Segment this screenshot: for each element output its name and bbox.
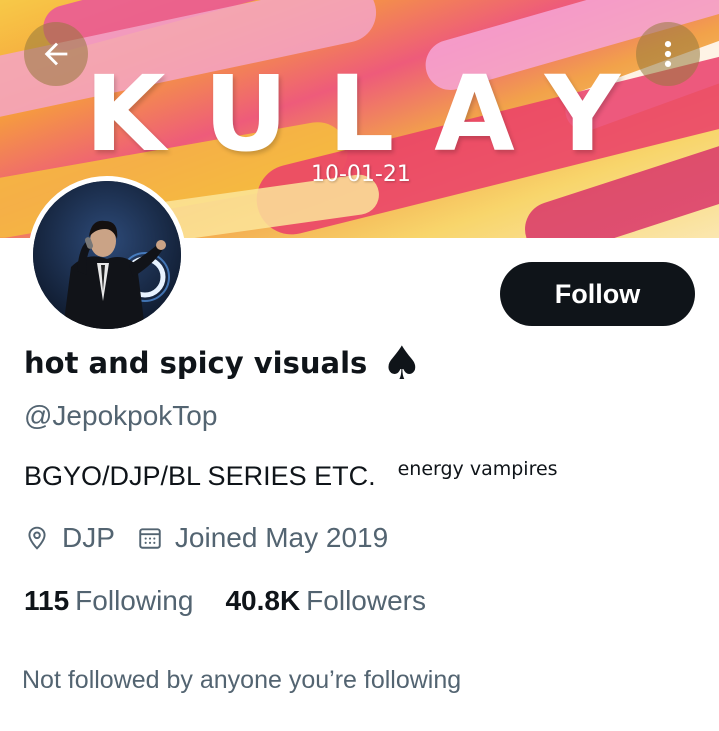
following-label: Following bbox=[75, 585, 194, 616]
bio-small-text: energy vampires bbox=[397, 458, 558, 480]
username-handle: @JepokpokTop bbox=[24, 400, 218, 431]
spade-icon: ♠ bbox=[381, 336, 423, 390]
avatar[interactable] bbox=[28, 176, 186, 334]
followers-count: 40.8K bbox=[225, 585, 301, 616]
more-vertical-icon bbox=[664, 40, 672, 68]
display-name-row: hot and spicy visuals ♠ bbox=[24, 340, 423, 386]
following-link[interactable]: 115 Following bbox=[24, 585, 193, 617]
follow-stats: 115 Following 40.8K Followers bbox=[24, 585, 458, 617]
following-count: 115 bbox=[24, 585, 70, 616]
follow-button[interactable]: Follow bbox=[500, 262, 695, 326]
profile-meta: DJP Joined May 2019 bbox=[24, 522, 410, 554]
join-date: Joined May 2019 bbox=[137, 522, 388, 554]
joined-text: Joined May 2019 bbox=[174, 522, 389, 553]
display-name: hot and spicy visuals bbox=[24, 346, 368, 380]
followers-link[interactable]: 40.8K Followers bbox=[225, 585, 426, 617]
more-options-button[interactable] bbox=[636, 22, 700, 86]
banner-title: KULAY bbox=[84, 53, 661, 175]
back-button[interactable] bbox=[24, 22, 88, 86]
bio-text: BGYO/DJP/BL SERIES ETC. bbox=[24, 461, 376, 491]
location: DJP bbox=[24, 522, 115, 554]
banner-date: 10-01-21 bbox=[311, 162, 411, 187]
avatar-photo bbox=[33, 181, 181, 329]
bio: BGYO/DJP/BL SERIES ETC. energy vampires bbox=[24, 458, 558, 492]
followed-by-notice: Not followed by anyone you’re following bbox=[22, 666, 462, 694]
calendar-icon bbox=[139, 528, 161, 549]
followers-label: Followers bbox=[306, 585, 426, 616]
location-pin-icon bbox=[28, 526, 46, 550]
location-text: DJP bbox=[62, 522, 115, 553]
arrow-left-icon bbox=[44, 42, 68, 66]
